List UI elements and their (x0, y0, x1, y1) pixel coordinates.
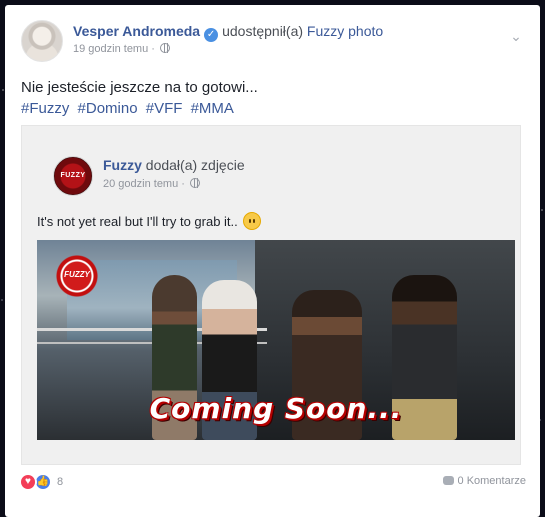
shared-text: It's not yet real but I'll try to grab i… (37, 214, 238, 229)
fuzzy-logo: FUZZY (55, 254, 99, 298)
shared-target-link[interactable]: Fuzzy photo (307, 23, 383, 39)
shared-avatar-text: FUZZY (60, 172, 86, 179)
verified-icon: ✓ (204, 28, 219, 42)
post-headline: Vesper Andromeda ✓ udostępnił(a) Fuzzy pho… (73, 23, 383, 42)
post-meta: 19 godzin temu · (73, 43, 171, 55)
chevron-down-icon[interactable]: ⌄ (508, 28, 524, 44)
author-avatar[interactable] (21, 20, 63, 62)
hashtag-link[interactable]: #Domino (78, 100, 138, 117)
hashtag-link[interactable]: #MMA (191, 100, 234, 117)
comments-count[interactable]: 0 Komentarze (458, 475, 526, 487)
meta-separator: · (151, 43, 155, 55)
shared-post[interactable]: FUZZY Fuzzy dodał(a) zdjęcie 20 godzin t… (21, 125, 521, 465)
fuzzy-logo-text: FUZZY (64, 270, 90, 279)
post-footer: ♥ 👍 8 0 Komentarze (19, 473, 526, 497)
hashtag-link[interactable]: #Fuzzy (21, 100, 69, 117)
post-card: Vesper Andromeda ✓ udostępnił(a) Fuzzy pho… (5, 5, 540, 517)
post-body: Nie jesteście jeszcze na to gotowi... #F… (21, 77, 258, 119)
globe-icon (160, 43, 171, 53)
shared-headline: Fuzzy dodał(a) zdjęcie (103, 157, 245, 173)
post-header: Vesper Andromeda ✓ udostępnił(a) Fuzzy pho… (21, 20, 524, 62)
comments-link[interactable]: 0 Komentarze (442, 475, 526, 487)
shared-photo[interactable]: FUZZY Coming Soon... (37, 240, 515, 440)
hashtag-link[interactable]: #VFF (146, 100, 183, 117)
neutral-face-emoji-icon (243, 212, 262, 230)
shared-meta-separator: · (181, 178, 185, 190)
reactions-count[interactable]: 8 (57, 476, 63, 488)
coming-soon-text: Coming Soon... (149, 392, 403, 425)
author-name[interactable]: Vesper Andromeda (73, 23, 200, 39)
post-text: Nie jesteście jeszcze na to gotowi... (21, 79, 258, 96)
post-time[interactable]: 19 godzin temu (73, 43, 148, 55)
shared-meta: 20 godzin temu · (103, 178, 201, 190)
shared-time[interactable]: 20 godzin temu (103, 178, 178, 190)
globe-icon (190, 178, 201, 188)
hashtag-list: #Fuzzy #Domino #VFF #MMA (21, 98, 258, 119)
shared-author-avatar[interactable]: FUZZY (53, 156, 93, 196)
shared-action: dodał(a) zdjęcie (145, 157, 245, 173)
heart-reaction-icon[interactable]: ♥ (19, 473, 37, 491)
share-action: udostępnił(a) (222, 23, 304, 39)
comment-icon (442, 476, 454, 485)
shared-author-name[interactable]: Fuzzy (103, 157, 142, 173)
shared-text-row: It's not yet real but I'll try to grab i… (37, 212, 262, 230)
